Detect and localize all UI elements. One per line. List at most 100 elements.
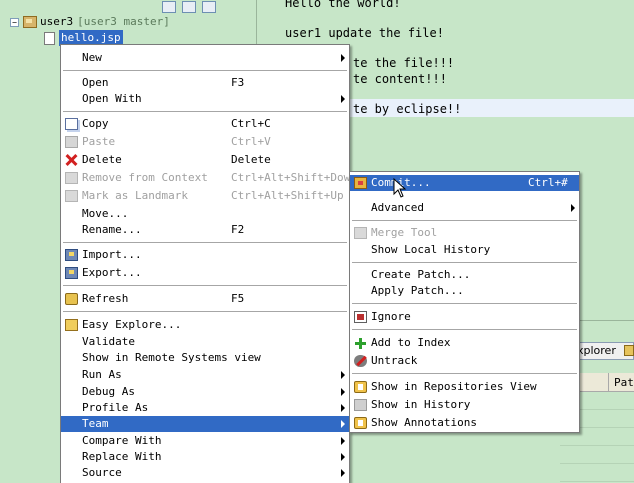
collapse-all-icon[interactable]	[162, 1, 176, 13]
import-icon	[65, 249, 78, 261]
submenu-arrow-icon	[341, 54, 345, 62]
menu-separator	[63, 311, 347, 312]
menu-item-open[interactable]: Open F3	[61, 75, 349, 91]
menu-separator	[352, 220, 577, 221]
shortcut-label: Delete	[231, 153, 271, 166]
submenu-arrow-icon	[341, 95, 345, 103]
menu-item-compare-with[interactable]: Compare With	[61, 433, 349, 449]
column-separator[interactable]	[608, 373, 609, 392]
submenu-arrow-icon	[341, 453, 345, 461]
menu-separator	[352, 329, 577, 330]
shortcut-label: F3	[231, 76, 245, 89]
menu-separator	[352, 373, 577, 374]
navigator-toolbar	[158, 0, 250, 14]
menu-item-source[interactable]: Source	[61, 465, 349, 481]
editor-line: Hello the world!	[285, 0, 401, 10]
menu-item-run-as[interactable]: Run As	[61, 367, 349, 383]
menu-item-profile-as[interactable]: Profile As	[61, 400, 349, 416]
menu-item-rename[interactable]: Rename... F2	[61, 222, 349, 238]
submenu-arrow-icon	[341, 388, 345, 396]
submenu-arrow-icon	[341, 420, 345, 428]
project-decoration: [user3 master]	[77, 15, 170, 28]
menu-separator	[63, 242, 347, 243]
menu-item-commit[interactable]: Commit... Ctrl+#	[350, 175, 579, 191]
copy-icon	[65, 118, 78, 130]
link-editor-icon[interactable]	[182, 1, 196, 13]
shortcut-label: Ctrl+V	[231, 135, 271, 148]
shortcut-label: Ctrl+Alt+Shift+Up	[231, 189, 344, 202]
menu-item-paste[interactable]: Paste Ctrl+V	[61, 134, 349, 150]
context-menu: New Open F3 Open With Copy Ctrl+C Paste …	[60, 44, 357, 483]
menu-item-untrack[interactable]: Untrack	[350, 353, 579, 369]
menu-item-show-annotations[interactable]: Show Annotations	[350, 415, 579, 431]
view-tab-label: xplorer	[577, 344, 616, 357]
shortcut-label: F2	[231, 223, 245, 236]
editor-line: te by eclipse!!	[353, 102, 462, 116]
menu-item-import[interactable]: Import...	[61, 247, 349, 263]
repositories-icon	[354, 381, 367, 393]
menu-item-merge-tool[interactable]: Merge Tool	[350, 225, 579, 241]
export-icon	[65, 267, 78, 279]
commit-icon	[354, 177, 367, 189]
column-header-path[interactable]: Path	[614, 376, 634, 389]
delete-icon	[65, 154, 78, 166]
untrack-icon	[354, 355, 367, 367]
annotations-icon	[354, 417, 367, 429]
tree-project-row[interactable]: − user3 [user3 master]	[10, 14, 170, 30]
landmark-icon	[65, 190, 78, 202]
submenu-arrow-icon	[341, 437, 345, 445]
menu-item-easy-explore[interactable]: Easy Explore...	[61, 317, 349, 333]
menu-item-apply-patch[interactable]: Apply Patch...	[350, 283, 579, 299]
project-icon	[23, 16, 37, 28]
submenu-arrow-icon	[571, 204, 575, 212]
menu-item-copy[interactable]: Copy Ctrl+C	[61, 116, 349, 132]
submenu-arrow-icon	[341, 469, 345, 477]
add-icon	[354, 337, 367, 349]
menu-separator	[63, 70, 347, 71]
submenu-arrow-icon	[341, 371, 345, 379]
shortcut-label: F5	[231, 292, 245, 305]
shortcut-label: Ctrl+#	[528, 176, 568, 189]
menu-item-remove-from-context[interactable]: Remove from Context Ctrl+Alt+Shift+Down	[61, 170, 357, 186]
project-label: user3	[40, 15, 74, 28]
merge-tool-icon	[354, 227, 367, 239]
jsp-file-icon	[44, 31, 55, 45]
remove-context-icon	[65, 172, 78, 184]
menu-separator	[352, 262, 577, 263]
ignore-icon	[354, 311, 367, 323]
team-submenu: Commit... Ctrl+# Advanced Merge Tool Sho…	[349, 171, 580, 433]
collapse-toggle-icon[interactable]: −	[10, 17, 19, 27]
menu-item-create-patch[interactable]: Create Patch...	[350, 267, 579, 283]
shortcut-label: Ctrl+C	[231, 117, 271, 130]
menu-item-move[interactable]: Move...	[61, 206, 349, 222]
menu-separator	[63, 111, 347, 112]
menu-item-show-in-history[interactable]: Show in History	[350, 397, 579, 413]
menu-item-new[interactable]: New	[61, 50, 349, 66]
menu-separator	[63, 285, 347, 286]
folder-icon	[65, 319, 78, 331]
menu-item-replace-with[interactable]: Replace With	[61, 449, 349, 465]
submenu-arrow-icon	[341, 404, 345, 412]
editor-line: user1 update the file!	[285, 26, 444, 40]
editor-line: te the file!!!	[353, 56, 455, 70]
menu-item-open-with[interactable]: Open With	[61, 91, 349, 107]
menu-item-ignore[interactable]: Ignore	[350, 309, 579, 325]
menu-item-delete[interactable]: Delete Delete	[61, 152, 349, 168]
view-menu-icon[interactable]	[202, 1, 216, 13]
menu-item-show-in-repositories-view[interactable]: Show in Repositories View	[350, 379, 579, 395]
menu-separator	[352, 303, 577, 304]
menu-item-team[interactable]: Team	[61, 416, 349, 432]
menu-item-export[interactable]: Export...	[61, 265, 349, 281]
editor-line: te content!!!	[353, 72, 447, 86]
menu-item-validate[interactable]: Validate	[61, 334, 349, 350]
menu-item-debug-as[interactable]: Debug As	[61, 384, 349, 400]
refresh-icon	[65, 293, 78, 305]
menu-item-advanced[interactable]: Advanced	[350, 200, 579, 216]
view-tab-icon[interactable]	[624, 345, 634, 356]
paste-icon	[65, 136, 78, 148]
menu-item-show-in-remote-systems[interactable]: Show in Remote Systems view	[61, 350, 349, 366]
menu-item-show-local-history[interactable]: Show Local History	[350, 242, 579, 258]
menu-item-add-to-index[interactable]: Add to Index	[350, 335, 579, 351]
menu-item-refresh[interactable]: Refresh F5	[61, 291, 349, 307]
menu-item-mark-as-landmark[interactable]: Mark as Landmark Ctrl+Alt+Shift+Up	[61, 188, 349, 204]
